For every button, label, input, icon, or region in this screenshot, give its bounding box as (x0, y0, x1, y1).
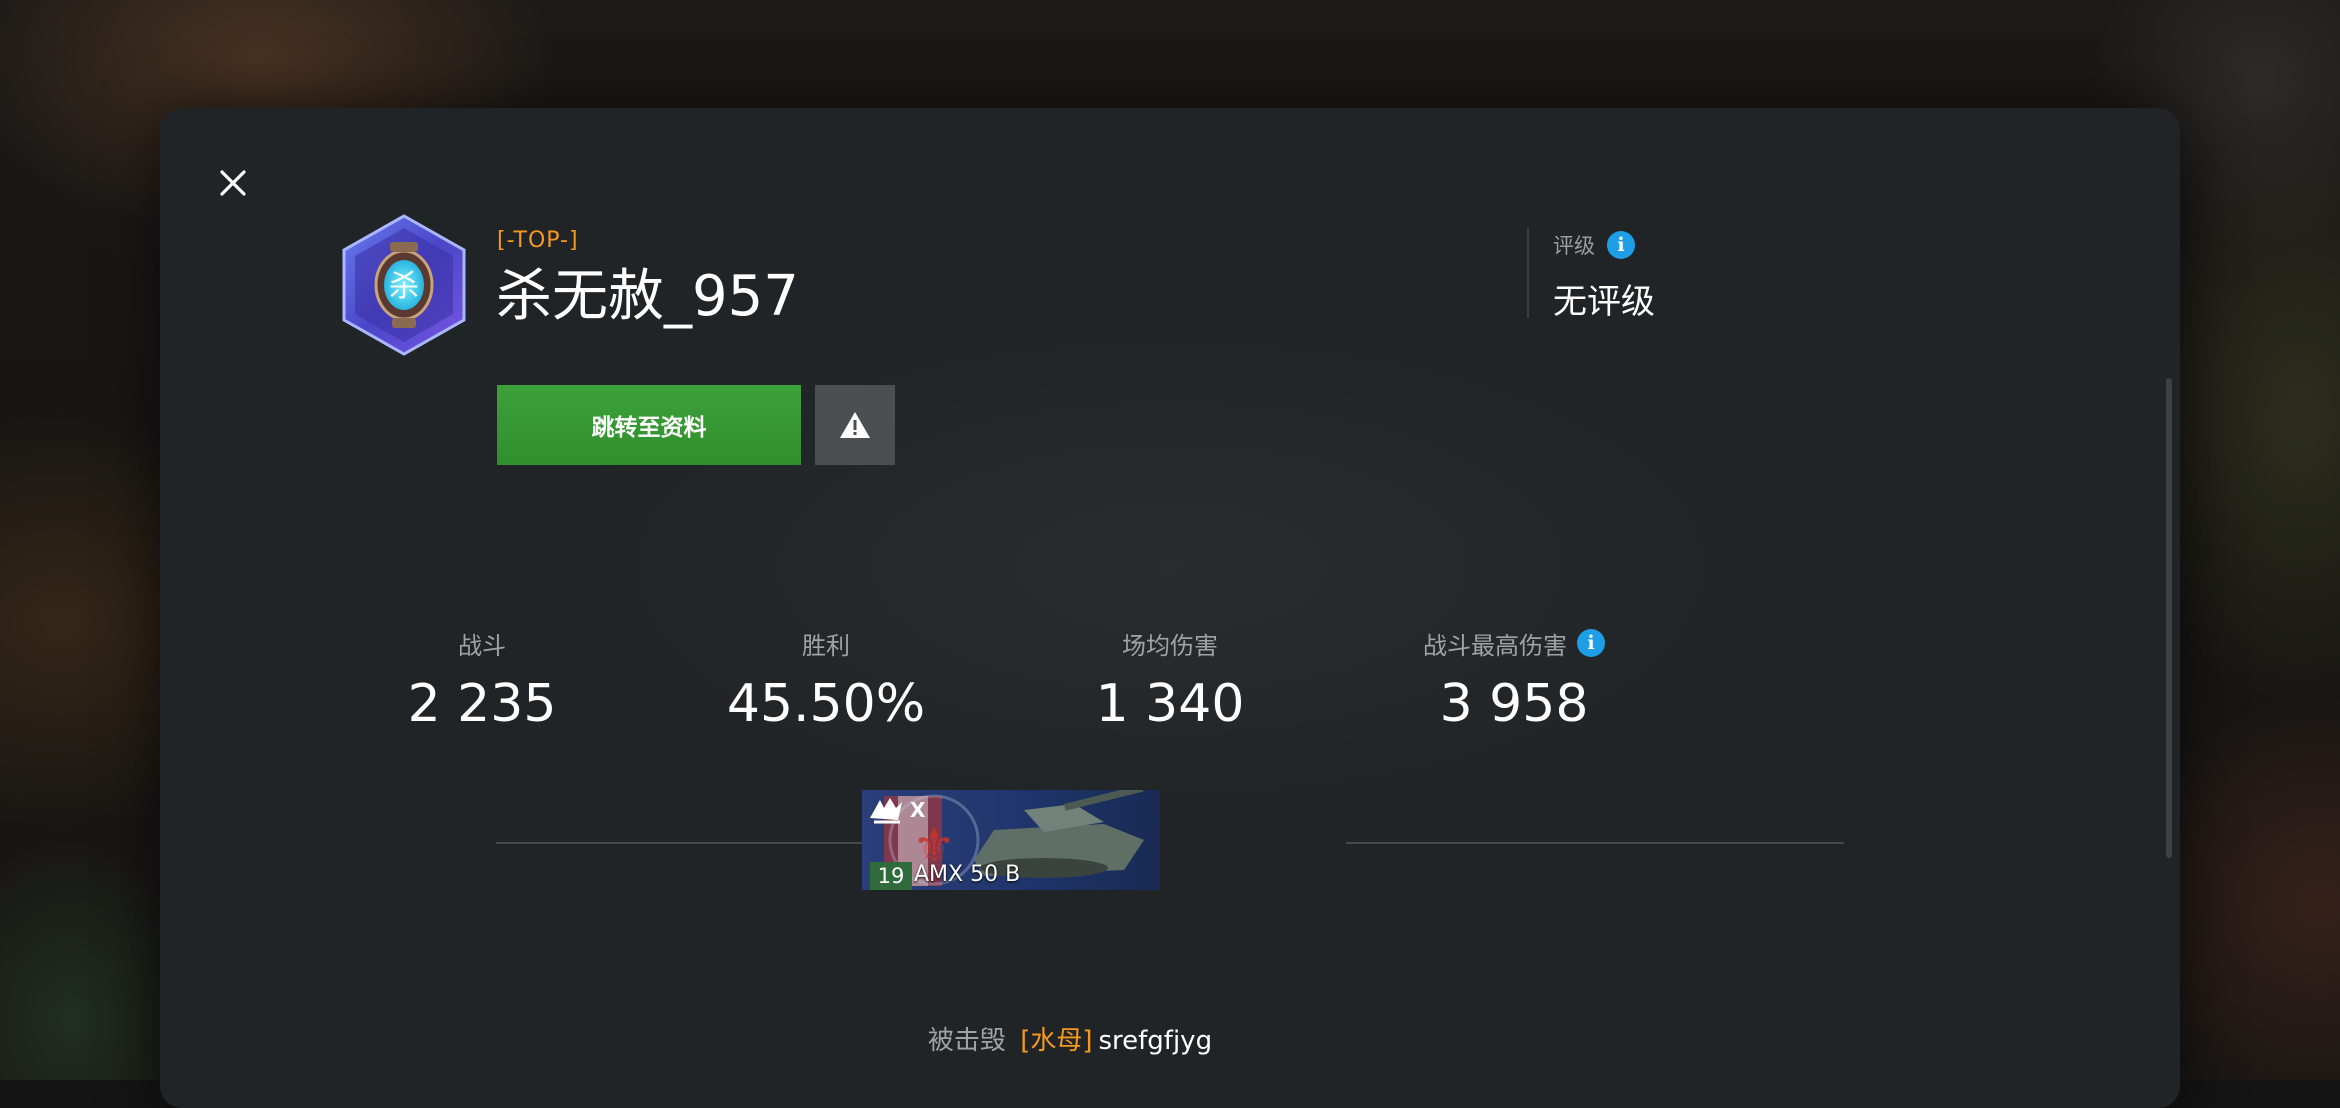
killer-clan-tag: [水母] (1020, 1026, 1093, 1056)
separator-right (1346, 842, 1844, 844)
report-button[interactable] (815, 385, 895, 465)
destroyed-by-label: 被击毁 (927, 1026, 1006, 1056)
stat-label: 战斗最高伤害 i (1342, 626, 1686, 660)
max-damage-info-icon[interactable]: i (1577, 629, 1605, 657)
stat-label-text: 场均伤害 (1122, 631, 1218, 660)
close-icon (220, 170, 246, 196)
stat-value: 2 235 (407, 674, 557, 734)
warning-icon (840, 412, 870, 438)
tank-card[interactable]: ⚜ X 19 AMX 50 B (862, 790, 1160, 890)
tier-x-icon (870, 798, 902, 824)
stat-value: 45.50% (726, 674, 926, 734)
stat-label-text: 胜利 (802, 631, 850, 660)
rating-label: 评级 i (1553, 230, 1635, 260)
stat-victories: 胜利 45.50% (654, 626, 998, 735)
clan-tag: [-TOP-] (497, 228, 579, 253)
rating-label-text: 评级 (1553, 234, 1595, 258)
killer-name[interactable]: srefgfjyg (1098, 1026, 1212, 1056)
stat-max-damage: 战斗最高伤害 i 3 958 (1342, 626, 1686, 734)
tank-level-badge: 19 (870, 862, 912, 890)
scrollbar[interactable] (2166, 268, 2172, 1108)
clan-emblem-icon: 杀 (342, 214, 466, 356)
tank-name: AMX 50 B (914, 862, 1021, 887)
destroyed-by-line: 被击毁 [水母] srefgfjyg (700, 1020, 1440, 1057)
stat-label: 场均伤害 (998, 626, 1342, 660)
tank-tier: X (910, 798, 926, 822)
rating-divider (1527, 228, 1529, 318)
stat-label: 战斗 (310, 626, 654, 660)
stat-battles: 战斗 2 235 (310, 626, 654, 735)
close-button[interactable] (208, 158, 258, 208)
scrollbar-thumb[interactable] (2166, 378, 2172, 858)
rating-value: 无评级 (1553, 282, 1655, 322)
rating-info-icon[interactable]: i (1607, 231, 1635, 259)
stats-row: 战斗 2 235 胜利 45.50% 场均伤害 1 340 战斗最高伤害 i 3… (310, 626, 1686, 734)
stat-label-text: 战斗最高伤害 (1423, 631, 1567, 660)
stat-avg-damage: 场均伤害 1 340 (998, 626, 1342, 735)
stat-label: 胜利 (654, 626, 998, 660)
go-to-profile-button[interactable]: 跳转至资料 (497, 385, 801, 465)
stat-label-text: 战斗 (458, 631, 506, 660)
stat-value: 1 340 (1095, 674, 1245, 734)
stat-value: 3 958 (1439, 674, 1589, 734)
player-name: 杀无赦_957 (496, 264, 799, 329)
svg-text:杀: 杀 (389, 269, 419, 304)
